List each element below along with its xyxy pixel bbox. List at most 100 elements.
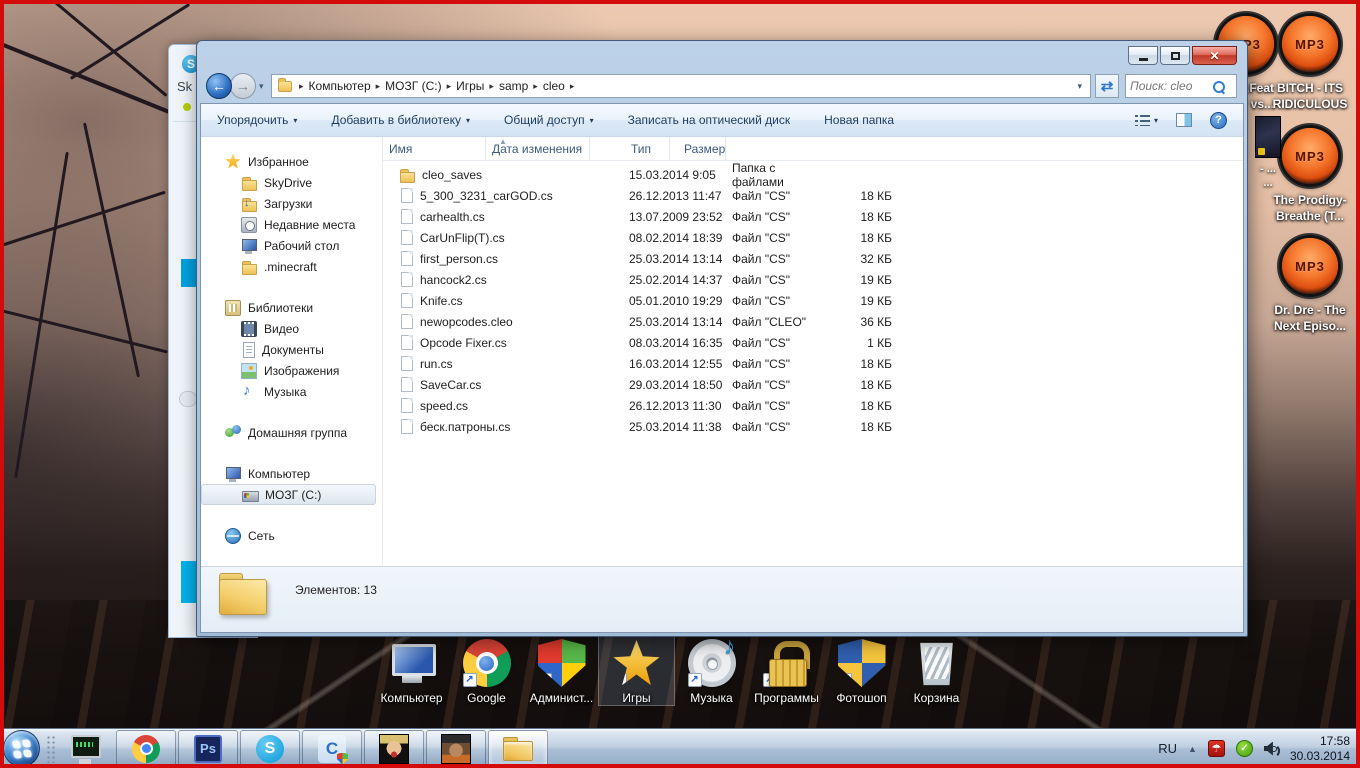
toolbar-button[interactable]: Добавить в библиотеку▾ — [331, 113, 470, 127]
minimize-button[interactable] — [1128, 46, 1158, 65]
show-hidden-icons-button[interactable]: ▲ — [1188, 744, 1197, 754]
file-name-cell: 5_300_3231_carGOD.cs — [383, 188, 623, 203]
sidebar-item-label: МОЗГ (C:) — [265, 488, 321, 502]
desktop-icon-label: Google — [467, 691, 506, 705]
column-header[interactable]: Тип — [590, 137, 670, 160]
sidebar-item[interactable]: Рабочий стол — [201, 235, 382, 256]
app-taskbar-button[interactable]: C — [302, 730, 362, 767]
breadcrumb-item[interactable]: МОЗГ (C:) — [385, 79, 441, 93]
sidebar-item[interactable]: Недавние места — [201, 214, 382, 235]
sidebar-group-header[interactable]: Сеть — [201, 525, 382, 546]
table-row[interactable]: SaveCar.cs29.03.2014 18:50Файл "CS"18 КБ — [383, 374, 1243, 395]
sidebar-group-header[interactable]: Избранное — [201, 151, 382, 172]
sidebar-item[interactable]: Документы — [201, 339, 382, 360]
breadcrumb-separator: ▸ — [489, 81, 494, 92]
table-row[interactable]: newopcodes.cleo25.03.2014 13:14Файл "CLE… — [383, 311, 1243, 332]
start-button[interactable] — [3, 730, 40, 767]
desktop-icon-cd[interactable]: ↗Музыка — [674, 637, 749, 705]
table-row[interactable]: CarUnFlip(T).cs08.02.2014 18:39Файл "CS"… — [383, 227, 1243, 248]
sidebar-item[interactable]: SkyDrive — [201, 172, 382, 193]
column-header[interactable]: Имя — [383, 137, 486, 160]
file-icon — [401, 398, 413, 413]
sidebar-item[interactable]: Изображения — [201, 360, 382, 381]
desktop-icon-shield-ps[interactable]: ↗Фотошоп — [824, 637, 899, 705]
toolbar-button[interactable]: Записать на оптический диск — [628, 113, 791, 127]
sidebar-group-header[interactable]: Библиотеки — [201, 297, 382, 318]
breadcrumb-item[interactable]: cleo — [543, 79, 565, 93]
desktop-icons-row: Компьютер↗Google↗Админист...↗Игры↗Музыка… — [374, 637, 974, 705]
toolbar-button-label: Упорядочить — [217, 113, 288, 127]
desktop-icon-chrome[interactable]: ↗Google — [449, 637, 524, 705]
maximize-button[interactable] — [1160, 46, 1190, 65]
help-button[interactable]: ? — [1210, 112, 1227, 129]
file-name-cell: newopcodes.cleo — [383, 314, 623, 329]
navigation-pane: ИзбранноеSkyDrive↓ЗагрузкиНедавние места… — [201, 137, 383, 566]
table-row[interactable]: first_person.cs25.03.2014 13:14Файл "CS"… — [383, 248, 1243, 269]
sidebar-group-header[interactable]: Домашняя группа — [201, 422, 382, 443]
breadcrumb-item[interactable]: Компьютер — [309, 79, 371, 93]
table-row[interactable]: hancock2.cs25.02.2014 14:37Файл "CS"19 К… — [383, 269, 1243, 290]
file-type: Файл "CS" — [726, 189, 830, 203]
chrome-taskbar-button[interactable] — [116, 730, 176, 767]
desktop-icon-bin[interactable]: Корзина — [899, 637, 974, 705]
forward-button[interactable]: → — [230, 73, 256, 99]
system-monitor-icon[interactable] — [68, 733, 102, 765]
table-row[interactable]: speed.cs26.12.2013 11:30Файл "CS"18 КБ — [383, 395, 1243, 416]
file-icon — [401, 251, 413, 266]
breadcrumb-item[interactable]: samp — [499, 79, 528, 93]
taskbar-grip[interactable] — [46, 735, 56, 763]
preview-pane-button[interactable] — [1176, 113, 1192, 127]
status-check-icon[interactable]: ✓ — [1236, 740, 1253, 757]
gta-man-taskbar-button[interactable] — [426, 730, 486, 767]
explorer-taskbar-button[interactable] — [488, 730, 548, 767]
address-dropdown-icon[interactable]: ▾ — [1073, 81, 1086, 92]
table-row[interactable]: run.cs16.03.2014 12:55Файл "CS"18 КБ — [383, 353, 1243, 374]
history-dropdown-icon[interactable]: ▾ — [259, 81, 264, 92]
search-input[interactable] — [1130, 79, 1212, 93]
desktop-icon-star[interactable]: ↗Игры — [599, 637, 674, 705]
toolbar-button[interactable]: Общий доступ▾ — [504, 113, 594, 127]
language-indicator[interactable]: RU — [1158, 741, 1177, 756]
search-box[interactable] — [1125, 74, 1237, 98]
table-row[interactable]: 5_300_3231_carGOD.cs26.12.2013 11:47Файл… — [383, 185, 1243, 206]
refresh-button[interactable]: ⇄ — [1095, 74, 1119, 98]
file-size: 19 КБ — [830, 273, 910, 287]
file-name: first_person.cs — [420, 252, 498, 266]
gta-woman-taskbar-button[interactable] — [364, 730, 424, 767]
address-bar[interactable]: ▸Компьютер▸МОЗГ (C:)▸Игры▸samp▸cleo▸ ▾ — [271, 74, 1091, 98]
status-dot-icon — [183, 103, 191, 111]
toolbar-button[interactable]: Упорядочить▾ — [217, 113, 297, 127]
table-row[interactable]: cleo_saves15.03.2014 9:05Папка с файлами — [383, 164, 1243, 185]
breadcrumb-item[interactable]: Игры — [456, 79, 484, 93]
skype-button[interactable] — [179, 391, 197, 407]
desktop-icon-computer[interactable]: Компьютер — [374, 637, 449, 705]
breadcrumb-separator: ▸ — [376, 81, 381, 92]
sidebar-item[interactable]: Видео — [201, 318, 382, 339]
table-row[interactable]: беск.патроны.cs25.03.2014 11:38Файл "CS"… — [383, 416, 1243, 437]
close-button[interactable]: ✕ — [1192, 46, 1237, 65]
clock[interactable]: 17:58 30.03.2014 — [1290, 734, 1350, 764]
photoshop-taskbar-button[interactable]: Ps — [178, 730, 238, 767]
sidebar-group-header[interactable]: Компьютер — [201, 463, 382, 484]
skype-taskbar-button[interactable]: S — [240, 730, 300, 767]
desktop-icon-lock[interactable]: ↗Программы — [749, 637, 824, 705]
sidebar-item[interactable]: МОЗГ (C:) — [201, 484, 376, 505]
back-button[interactable]: ← — [206, 73, 232, 99]
table-row[interactable]: carhealth.cs13.07.2009 23:52Файл "CS"18 … — [383, 206, 1243, 227]
table-row[interactable]: Opcode Fixer.cs08.03.2014 16:35Файл "CS"… — [383, 332, 1243, 353]
sidebar-item[interactable]: .minecraft — [201, 256, 382, 277]
desktop-icon-shield-admin[interactable]: ↗Админист... — [524, 637, 599, 705]
table-row[interactable]: Knife.cs05.01.2010 19:29Файл "CS"19 КБ — [383, 290, 1243, 311]
toolbar-button[interactable]: Новая папка — [824, 113, 894, 127]
volume-icon[interactable] — [1264, 742, 1279, 756]
file-date: 08.03.2014 16:35 — [623, 336, 726, 350]
column-header[interactable]: Размер — [670, 137, 726, 160]
avira-icon[interactable]: ☂ — [1208, 740, 1225, 757]
views-button[interactable]: ▾ — [1135, 114, 1158, 126]
mp3-desktop-icon[interactable]: MP3Dr. Dre - TheNext Episo... — [1254, 238, 1360, 334]
album-art-icon — [1255, 116, 1281, 158]
sidebar-item[interactable]: ↓Загрузки — [201, 193, 382, 214]
sidebar-item[interactable]: Музыка — [201, 381, 382, 402]
mp3-desktop-icon[interactable]: MP3BITCH - ITSRIDICULOUS — [1254, 16, 1360, 112]
file-size: 18 КБ — [830, 357, 910, 371]
